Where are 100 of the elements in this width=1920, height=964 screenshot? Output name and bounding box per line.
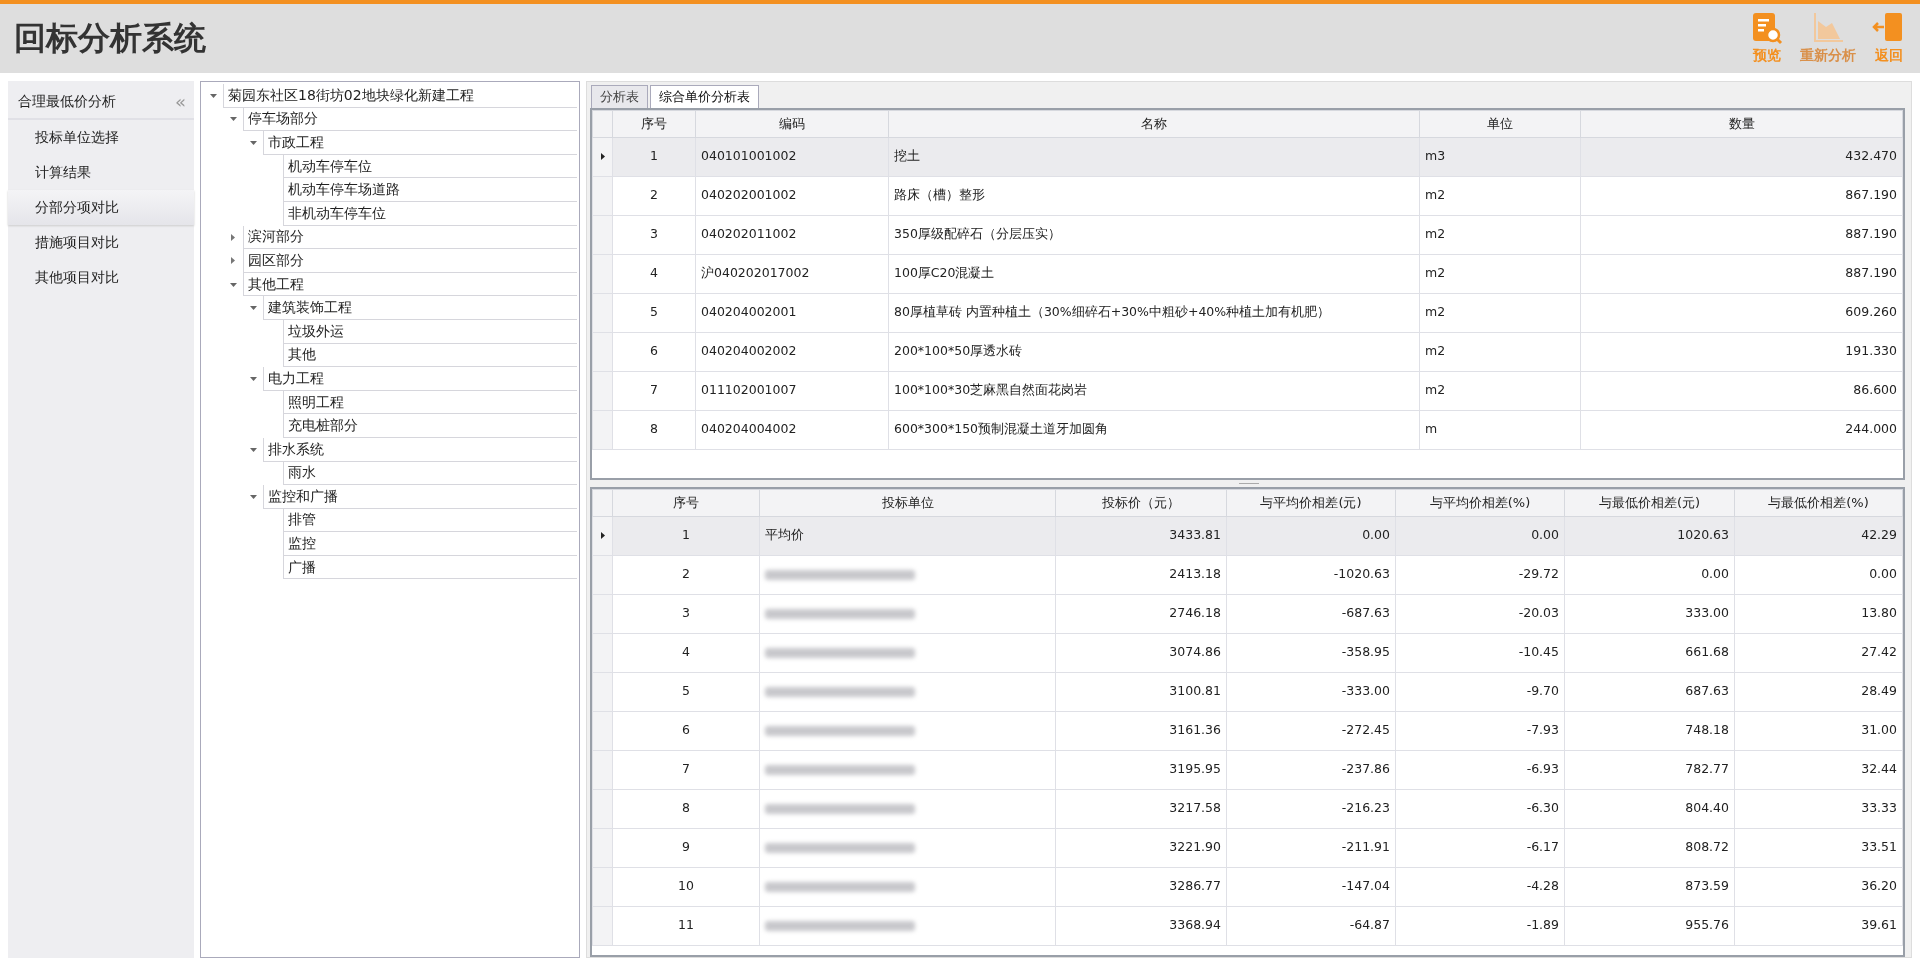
table-cell: 4 — [612, 633, 760, 672]
table-cell: 333.00 — [1564, 594, 1735, 633]
tree-node[interactable]: 广播 — [283, 555, 577, 580]
table-cell: 3 — [612, 594, 760, 633]
sidebar-item[interactable]: 其他项目对比 — [8, 260, 194, 295]
table-cell: 011102001007 — [695, 371, 889, 410]
table-cell: -687.63 — [1226, 594, 1396, 633]
column-header[interactable]: 与平均价相差(%) — [1395, 489, 1565, 516]
table-cell: m2 — [1419, 293, 1581, 332]
table-cell: 3433.81 — [1055, 516, 1227, 555]
table-cell: 8 — [612, 789, 760, 828]
table-cell: -1.89 — [1395, 906, 1565, 945]
column-header[interactable]: 单位 — [1419, 110, 1581, 137]
table-cell: 040204004002 — [695, 410, 889, 449]
tree-node[interactable]: 园区部分 — [243, 249, 577, 273]
tree-node[interactable]: 排水系统 — [263, 437, 577, 462]
tree-node[interactable]: 机动车停车场道路 — [283, 178, 577, 202]
table-cell: m3 — [1419, 137, 1581, 176]
table-cell: -272.45 — [1226, 711, 1396, 750]
table-cell: 782.77 — [1564, 750, 1735, 789]
table-cell: 244.000 — [1580, 410, 1903, 449]
tree-node[interactable]: 电力工程 — [263, 367, 577, 391]
tree-node[interactable]: 非机动车停车位 — [283, 201, 577, 226]
table-cell: 2746.18 — [1055, 594, 1227, 633]
tab[interactable]: 综合单价分析表 — [650, 85, 759, 108]
column-header[interactable]: 序号 — [612, 110, 696, 137]
table-cell: 3161.36 — [1055, 711, 1227, 750]
table-cell: 42.29 — [1734, 516, 1903, 555]
table-cell: 873.59 — [1564, 867, 1735, 906]
column-header[interactable]: 与最低价相差(元) — [1564, 489, 1735, 516]
document-search-icon — [1750, 11, 1784, 45]
table-cell: 9 — [612, 828, 760, 867]
table-cell: 100*100*30芝麻黑自然面花岗岩 — [888, 371, 1420, 410]
table-cell: 1 — [612, 516, 760, 555]
table-cell: 3221.90 — [1055, 828, 1227, 867]
splitter-handle[interactable] — [1239, 481, 1259, 485]
tree-node[interactable]: 菊园东社区18街坊02地块绿化新建工程 — [223, 84, 577, 108]
table-cell: 33.33 — [1734, 789, 1903, 828]
column-header[interactable]: 名称 — [888, 110, 1420, 137]
sidebar-heading: 合理最低价分析 — [18, 92, 116, 111]
tree-node[interactable]: 照明工程 — [283, 390, 577, 415]
table-cell: 4 — [612, 254, 696, 293]
table-cell: 33.51 — [1734, 828, 1903, 867]
table-cell: -237.86 — [1226, 750, 1396, 789]
table-cell: 748.18 — [1564, 711, 1735, 750]
table-cell: 2 — [612, 176, 696, 215]
table-cell: 2413.18 — [1055, 555, 1227, 594]
tree-node[interactable]: 充电桩部分 — [283, 414, 577, 438]
table-cell: -6.93 — [1395, 750, 1565, 789]
table-cell: 687.63 — [1564, 672, 1735, 711]
tree-node[interactable]: 机动车停车位 — [283, 154, 577, 179]
tree-node[interactable]: 监控 — [283, 532, 577, 556]
table-cell: 平均价 — [759, 516, 1056, 555]
table-cell: 27.42 — [1734, 633, 1903, 672]
table-cell: 040101001002 — [695, 137, 889, 176]
sidebar-item[interactable]: 计算结果 — [8, 155, 194, 190]
tree-node[interactable]: 监控和广播 — [263, 485, 577, 509]
table-cell: 沪040202017002 — [695, 254, 889, 293]
column-header[interactable]: 投标价（元） — [1055, 489, 1227, 516]
column-header[interactable]: 与平均价相差(元) — [1226, 489, 1396, 516]
table-cell: 0.00 — [1734, 555, 1903, 594]
tree-node[interactable]: 建筑装饰工程 — [263, 296, 577, 320]
table-cell: -10.45 — [1395, 633, 1565, 672]
column-header[interactable]: 投标单位 — [759, 489, 1056, 516]
tree-node[interactable]: 垃圾外运 — [283, 319, 577, 344]
table-cell: 040204002002 — [695, 332, 889, 371]
tree-node[interactable]: 其他工程 — [243, 272, 577, 297]
table-cell: -64.87 — [1226, 906, 1396, 945]
sidebar-item[interactable]: 投标单位选择 — [8, 120, 194, 155]
table-cell: 36.20 — [1734, 867, 1903, 906]
tree-node[interactable]: 停车场部分 — [243, 107, 577, 132]
column-header[interactable]: 编码 — [695, 110, 889, 137]
table-cell: 5 — [612, 293, 696, 332]
table-cell: 7 — [612, 750, 760, 789]
table-cell: 80厚植草砖 内置种植土（30%细碎石+30%中粗砂+40%种植土加有机肥） — [888, 293, 1420, 332]
tree-node[interactable]: 其他 — [283, 343, 577, 368]
table-cell: 600*300*150预制混凝土道牙加圆角 — [888, 410, 1420, 449]
table-cell: 0.00 — [1564, 555, 1735, 594]
sidebar-item[interactable]: 分部分项对比 — [8, 190, 194, 225]
column-header[interactable]: 与最低价相差(%) — [1734, 489, 1903, 516]
table-cell: -20.03 — [1395, 594, 1565, 633]
table-cell: 887.190 — [1580, 254, 1903, 293]
tree-node[interactable]: 排管 — [283, 508, 577, 533]
table-cell: 11 — [612, 906, 760, 945]
table-cell: m2 — [1419, 371, 1581, 410]
table-cell: 6 — [612, 711, 760, 750]
column-header[interactable]: 序号 — [612, 489, 760, 516]
sidebar-item[interactable]: 措施项目对比 — [8, 225, 194, 260]
column-header[interactable]: 数量 — [1580, 110, 1903, 137]
app-title: 回标分析系统 — [14, 19, 206, 58]
table-cell: 13.80 — [1734, 594, 1903, 633]
tree-node[interactable]: 雨水 — [283, 461, 577, 486]
tab[interactable]: 分析表 — [591, 85, 648, 108]
table-cell: 5 — [612, 672, 760, 711]
tree-node[interactable]: 市政工程 — [263, 131, 577, 155]
tree-node[interactable]: 滨河部分 — [243, 225, 577, 250]
table-cell: 28.49 — [1734, 672, 1903, 711]
row-pointer-icon — [600, 532, 605, 540]
table-cell: 86.600 — [1580, 371, 1903, 410]
table-cell: 350厚级配碎石（分层压实） — [888, 215, 1420, 254]
